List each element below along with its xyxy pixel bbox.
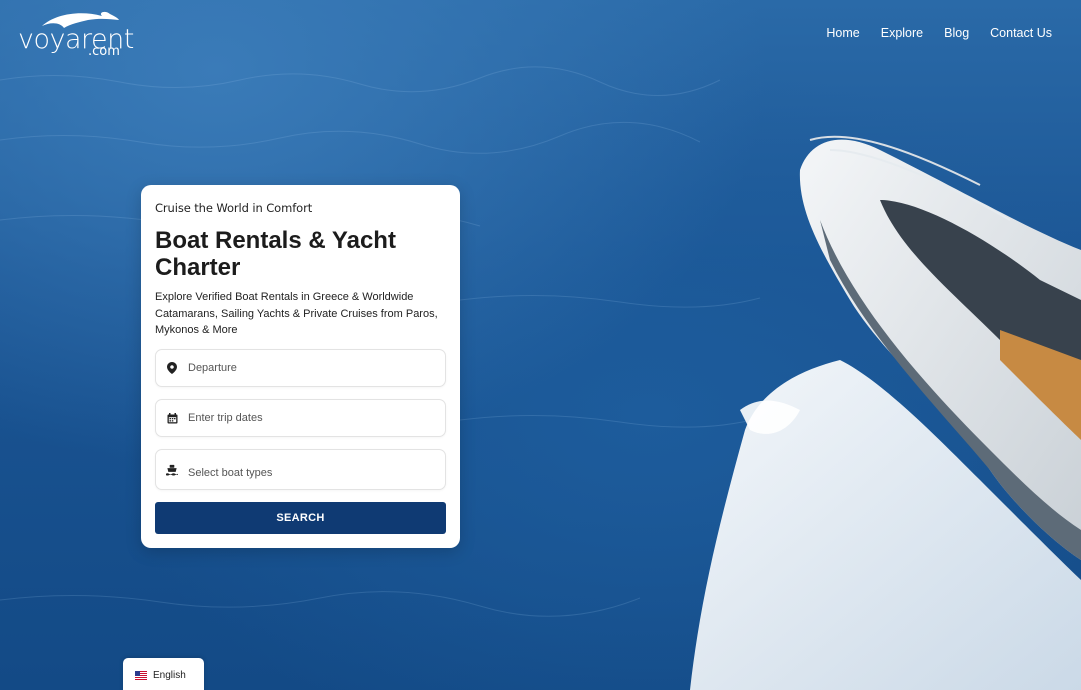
search-card: Cruise the World in Comfort Boat Rentals… (141, 185, 460, 548)
boat-types-field[interactable] (155, 449, 446, 490)
language-selector[interactable]: English (123, 658, 204, 690)
logo-domain: .com (88, 44, 120, 59)
nav-contact-us[interactable]: Contact Us (990, 26, 1052, 40)
calendar-icon (166, 412, 178, 424)
search-button[interactable]: SEARCH (155, 502, 446, 534)
us-flag-icon (135, 670, 147, 680)
trip-dates-field[interactable] (155, 399, 446, 437)
trip-dates-input[interactable] (188, 412, 428, 424)
card-eyebrow: Cruise the World in Comfort (155, 201, 313, 215)
map-pin-icon (166, 362, 178, 374)
departure-input[interactable] (188, 362, 428, 374)
language-label: English (153, 669, 186, 681)
page-title: Boat Rentals & Yacht Charter (155, 227, 396, 281)
brand-logo[interactable]: voyarent .com (18, 10, 134, 62)
nav-blog[interactable]: Blog (944, 26, 969, 40)
nav-explore[interactable]: Explore (881, 26, 923, 40)
main-nav: Home Explore Blog Contact Us (826, 26, 1052, 40)
boat-types-input[interactable] (188, 467, 428, 479)
ship-icon (166, 464, 178, 476)
card-description: Explore Verified Boat Rentals in Greece … (155, 291, 438, 336)
nav-home[interactable]: Home (826, 26, 859, 40)
departure-field[interactable] (155, 349, 446, 387)
